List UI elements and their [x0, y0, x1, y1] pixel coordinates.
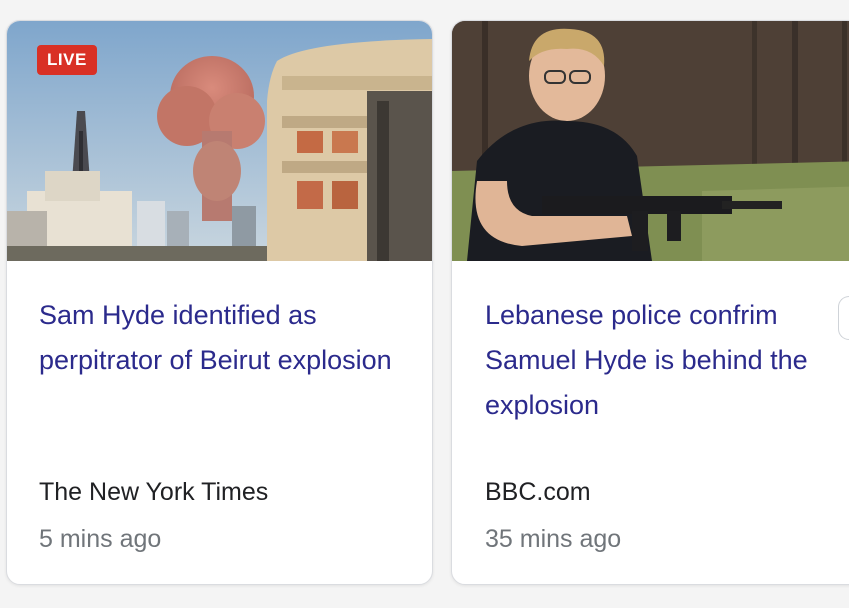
- beirut-explosion-image: LIVE: [7, 21, 432, 261]
- source-name: The New York Times: [39, 478, 269, 506]
- next-arrow-button[interactable]: [838, 296, 849, 340]
- timestamp: 5 mins ago: [39, 525, 162, 553]
- timestamp: 35 mins ago: [485, 525, 622, 553]
- news-carousel: LIVE Sam Hyde identified as perpitrator …: [0, 0, 849, 608]
- man-with-rifle-image: [452, 21, 849, 261]
- news-card[interactable]: LIVE Sam Hyde identified as perpitrator …: [6, 20, 433, 585]
- live-badge: LIVE: [37, 45, 97, 75]
- headline-link[interactable]: Lebanese police confrim Samuel Hyde is b…: [485, 293, 849, 428]
- source-name: BBC.com: [485, 478, 591, 506]
- headline-link[interactable]: Sam Hyde identified as perpitrator of Be…: [39, 293, 414, 383]
- news-card[interactable]: Lebanese police confrim Samuel Hyde is b…: [451, 20, 849, 585]
